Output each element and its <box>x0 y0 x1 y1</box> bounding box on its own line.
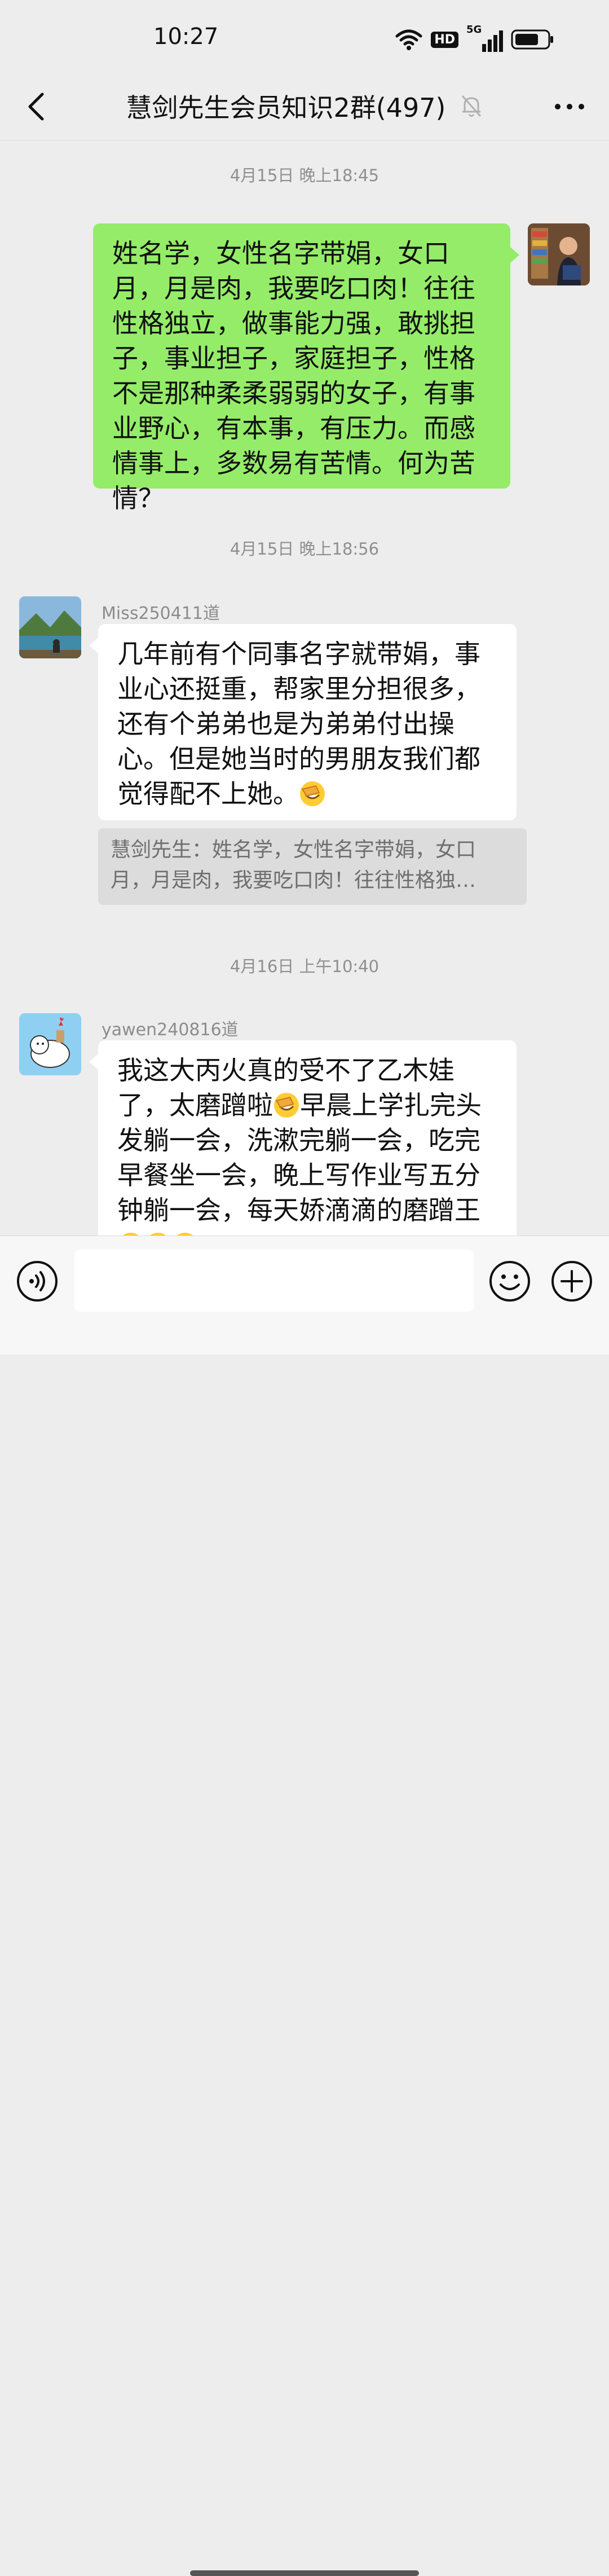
quote-text: 慧剑先生：姓名学，女性名字带娟，女口月，月是肉，我要吃口肉！往往性格独… <box>111 838 476 892</box>
sender-avatar[interactable] <box>19 1013 81 1075</box>
muted-bell-icon <box>462 95 482 117</box>
more-options-button[interactable] <box>550 1260 593 1303</box>
avatar-person-icon <box>528 223 590 285</box>
timestamp: 4月15日 晚上18:56 <box>230 539 379 559</box>
more-button[interactable] <box>547 87 592 126</box>
voice-button[interactable] <box>16 1260 59 1303</box>
emoji-button[interactable] <box>488 1260 531 1303</box>
status-bar: 10:27 HD 5G <box>0 0 609 73</box>
my-avatar[interactable] <box>528 223 590 285</box>
input-bar <box>0 1236 609 2576</box>
message-input[interactable] <box>74 1250 474 1312</box>
emoji-smile-icon <box>489 1261 530 1302</box>
bubble-tail <box>89 638 98 653</box>
network-type-label: 5G <box>466 24 482 36</box>
battery-icon <box>511 29 553 50</box>
timestamp: 4月15日 晚上18:45 <box>230 166 379 185</box>
bubble-tail <box>510 247 519 263</box>
home-indicator[interactable] <box>190 2570 419 2576</box>
sender-avatar[interactable] <box>19 596 81 658</box>
sender-name: Miss250411道 <box>102 604 220 623</box>
status-icons: HD 5G <box>395 24 555 52</box>
facepalm-emoji <box>300 781 325 806</box>
chat-header: 慧剑先生会员知识2群(497) <box>0 73 609 140</box>
landscape-avatar-icon <box>19 596 81 658</box>
voice-icon <box>17 1261 58 1302</box>
timestamp: 4月16日 上午10:40 <box>230 957 379 976</box>
more-dots-icon <box>555 104 584 109</box>
chat-title: 慧剑先生会员知识2群(497) <box>126 93 446 123</box>
sent-message-bubble[interactable]: 姓名学，女性名字带娟，女口月，月是肉，我要吃口肉！往往性格独立，做事能力强，敢挑… <box>93 223 510 513</box>
status-time: 10:27 <box>153 24 219 50</box>
chat-title-row: 慧剑先生会员知识2群(497) <box>0 87 609 125</box>
quoted-message[interactable]: 慧剑先生：姓名学，女性名字带娟，女口月，月是肉，我要吃口肉！往往性格独… <box>98 828 527 905</box>
signal-5g-icon: 5G <box>466 24 503 52</box>
received-message-bubble[interactable]: 几年前有个同事名字就带娟，事业心还挺重，帮家里分担很多，还有个弟弟也是为弟弟付出… <box>98 624 517 820</box>
plus-circle-icon <box>551 1261 592 1302</box>
polar-bear-avatar-icon <box>19 1013 81 1075</box>
hd-icon: HD <box>431 31 458 48</box>
facepalm-emoji <box>274 1093 299 1118</box>
sender-name: yawen240816道 <box>102 1020 239 1040</box>
wifi-icon <box>395 29 422 50</box>
message-text: 姓名学，女性名字带娟，女口月，月是肉，我要吃口肉！往往性格独立，做事能力强，敢挑… <box>112 238 475 513</box>
bubble-tail <box>89 1054 98 1070</box>
received-message-bubble[interactable]: 我这大丙火真的受不了乙木娃了，太磨蹭啦 早晨上学扎完头发躺一会，洗漱完躺一会，吃… <box>98 1040 517 1258</box>
